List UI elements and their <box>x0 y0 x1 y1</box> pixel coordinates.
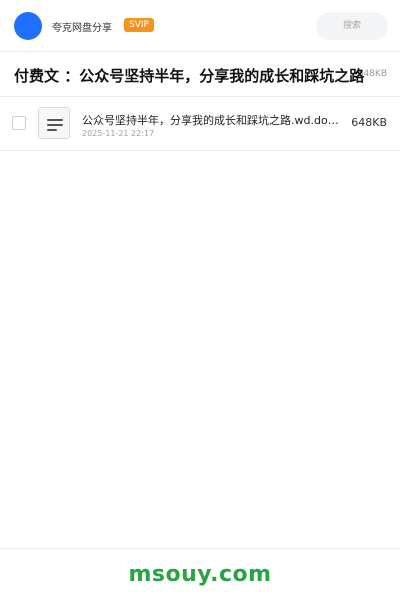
footer: msouy.com <box>0 548 400 600</box>
document-icon <box>38 107 70 139</box>
svip-badge: SVIP <box>124 18 154 32</box>
avatar[interactable] <box>14 12 42 40</box>
header: 夸克网盘分享 SVIP 搜索 <box>0 0 400 52</box>
share-page: 夸克网盘分享 SVIP 搜索 648KB 付费文 ：公众号坚持半年，分享我的成长… <box>0 0 400 600</box>
brand-link[interactable]: msouy.com <box>128 562 271 587</box>
search-input[interactable]: 搜索 <box>316 12 388 40</box>
file-date: 2025-11-21 22:17 <box>82 129 155 138</box>
file-size: 648KB <box>351 116 387 129</box>
file-list-item[interactable]: 公众号坚持半年，分享我的成长和踩坑之路.wd.docx 2025-11-21 2… <box>0 97 400 151</box>
file-checkbox[interactable] <box>12 116 26 130</box>
share-title-row: 648KB 付费文 ：公众号坚持半年，分享我的成长和踩坑之路 <box>0 52 400 97</box>
file-name[interactable]: 公众号坚持半年，分享我的成长和踩坑之路.wd.docx <box>82 112 340 128</box>
page-title: 付费文 ：公众号坚持半年，分享我的成长和踩坑之路 <box>14 67 365 85</box>
account-name[interactable]: 夸克网盘分享 <box>52 19 112 34</box>
